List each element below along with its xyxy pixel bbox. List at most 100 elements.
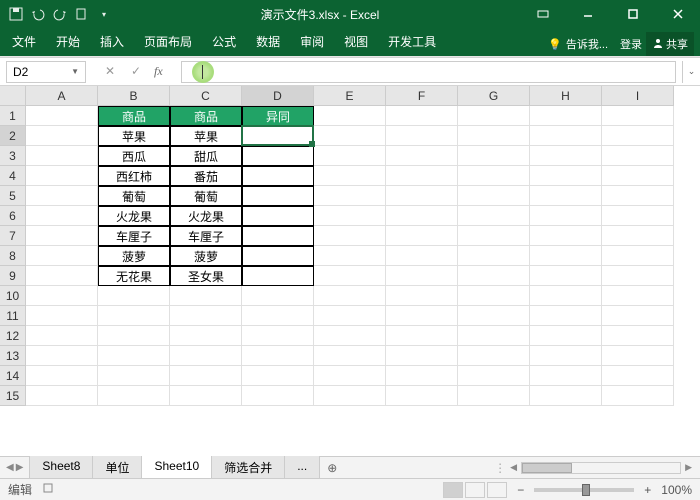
cell-F13[interactable] — [386, 346, 458, 366]
cell-I15[interactable] — [602, 386, 674, 406]
cell-E11[interactable] — [314, 306, 386, 326]
cell-H6[interactable] — [530, 206, 602, 226]
row-header-12[interactable]: 12 — [0, 326, 26, 346]
cell-B10[interactable] — [98, 286, 170, 306]
cell-C12[interactable] — [170, 326, 242, 346]
fx-icon[interactable]: fx — [154, 64, 163, 79]
row-header-14[interactable]: 14 — [0, 366, 26, 386]
cell-I4[interactable] — [602, 166, 674, 186]
col-header-H[interactable]: H — [530, 86, 602, 106]
ribbon-options-icon[interactable] — [520, 0, 565, 28]
row-header-5[interactable]: 5 — [0, 186, 26, 206]
cell-D12[interactable] — [242, 326, 314, 346]
row-header-8[interactable]: 8 — [0, 246, 26, 266]
cell-D6[interactable] — [242, 206, 314, 226]
cell-F15[interactable] — [386, 386, 458, 406]
cell-F11[interactable] — [386, 306, 458, 326]
add-sheet-button[interactable]: ⊕ — [319, 458, 345, 478]
cell-B9[interactable]: 无花果 — [98, 266, 170, 286]
cell-C8[interactable]: 菠萝 — [170, 246, 242, 266]
col-header-F[interactable]: F — [386, 86, 458, 106]
cell-C15[interactable] — [170, 386, 242, 406]
tab-prev-icon[interactable]: ◀ — [6, 462, 14, 473]
sheet-tab-Sheet8[interactable]: Sheet8 — [29, 456, 93, 480]
maximize-button[interactable] — [610, 0, 655, 28]
tab-formulas[interactable]: 公式 — [202, 27, 246, 56]
cell-A14[interactable] — [26, 366, 98, 386]
cell-C3[interactable]: 甜瓜 — [170, 146, 242, 166]
cell-E2[interactable] — [314, 126, 386, 146]
zoom-level[interactable]: 100% — [661, 483, 692, 497]
row-header-7[interactable]: 7 — [0, 226, 26, 246]
cell-G3[interactable] — [458, 146, 530, 166]
cell-G2[interactable] — [458, 126, 530, 146]
cell-C13[interactable] — [170, 346, 242, 366]
cell-G11[interactable] — [458, 306, 530, 326]
cell-B8[interactable]: 菠萝 — [98, 246, 170, 266]
cell-B6[interactable]: 火龙果 — [98, 206, 170, 226]
cell-F4[interactable] — [386, 166, 458, 186]
cell-C1[interactable]: 商品 — [170, 106, 242, 126]
cell-I1[interactable] — [602, 106, 674, 126]
cell-A13[interactable] — [26, 346, 98, 366]
cell-B15[interactable] — [98, 386, 170, 406]
cell-E3[interactable] — [314, 146, 386, 166]
cell-E13[interactable] — [314, 346, 386, 366]
tab-home[interactable]: 开始 — [46, 27, 90, 56]
cell-C5[interactable]: 葡萄 — [170, 186, 242, 206]
cell-I5[interactable] — [602, 186, 674, 206]
cell-I10[interactable] — [602, 286, 674, 306]
cell-G4[interactable] — [458, 166, 530, 186]
cell-H7[interactable] — [530, 226, 602, 246]
cell-F14[interactable] — [386, 366, 458, 386]
cell-I14[interactable] — [602, 366, 674, 386]
hscroll-thumb[interactable] — [522, 463, 572, 473]
cell-A11[interactable] — [26, 306, 98, 326]
new-icon[interactable] — [74, 6, 90, 22]
cancel-formula-icon[interactable]: ✕ — [102, 64, 118, 79]
share-button[interactable]: 共享 — [646, 32, 694, 56]
scroll-left-icon[interactable]: ◀ — [510, 462, 517, 473]
tab-file[interactable]: 文件 — [2, 27, 46, 56]
cell-H11[interactable] — [530, 306, 602, 326]
cell-G6[interactable] — [458, 206, 530, 226]
row-header-13[interactable]: 13 — [0, 346, 26, 366]
cell-B7[interactable]: 车厘子 — [98, 226, 170, 246]
cell-D2[interactable] — [242, 126, 314, 146]
sheet-tab-筛选合并[interactable]: 筛选合并 — [211, 456, 285, 480]
undo-icon[interactable] — [30, 6, 46, 22]
cell-I8[interactable] — [602, 246, 674, 266]
cell-H10[interactable] — [530, 286, 602, 306]
col-header-A[interactable]: A — [26, 86, 98, 106]
cell-H2[interactable] — [530, 126, 602, 146]
zoom-thumb[interactable] — [582, 484, 590, 496]
cell-G15[interactable] — [458, 386, 530, 406]
cell-B12[interactable] — [98, 326, 170, 346]
save-icon[interactable] — [8, 6, 24, 22]
row-header-2[interactable]: 2 — [0, 126, 26, 146]
cell-E12[interactable] — [314, 326, 386, 346]
row-header-9[interactable]: 9 — [0, 266, 26, 286]
cell-G8[interactable] — [458, 246, 530, 266]
tell-me[interactable]: 告诉我... — [566, 36, 608, 52]
normal-view-button[interactable] — [443, 482, 463, 498]
formula-bar[interactable] — [181, 61, 676, 83]
cell-I13[interactable] — [602, 346, 674, 366]
cell-I7[interactable] — [602, 226, 674, 246]
cell-F7[interactable] — [386, 226, 458, 246]
cell-G5[interactable] — [458, 186, 530, 206]
cell-I3[interactable] — [602, 146, 674, 166]
cell-E6[interactable] — [314, 206, 386, 226]
cell-D11[interactable] — [242, 306, 314, 326]
cell-H14[interactable] — [530, 366, 602, 386]
cell-C10[interactable] — [170, 286, 242, 306]
cell-H15[interactable] — [530, 386, 602, 406]
sheet-tab-单位[interactable]: 单位 — [92, 456, 142, 480]
cell-E15[interactable] — [314, 386, 386, 406]
cell-D13[interactable] — [242, 346, 314, 366]
row-header-6[interactable]: 6 — [0, 206, 26, 226]
cell-F1[interactable] — [386, 106, 458, 126]
cell-D3[interactable] — [242, 146, 314, 166]
minimize-button[interactable] — [565, 0, 610, 28]
cell-E8[interactable] — [314, 246, 386, 266]
